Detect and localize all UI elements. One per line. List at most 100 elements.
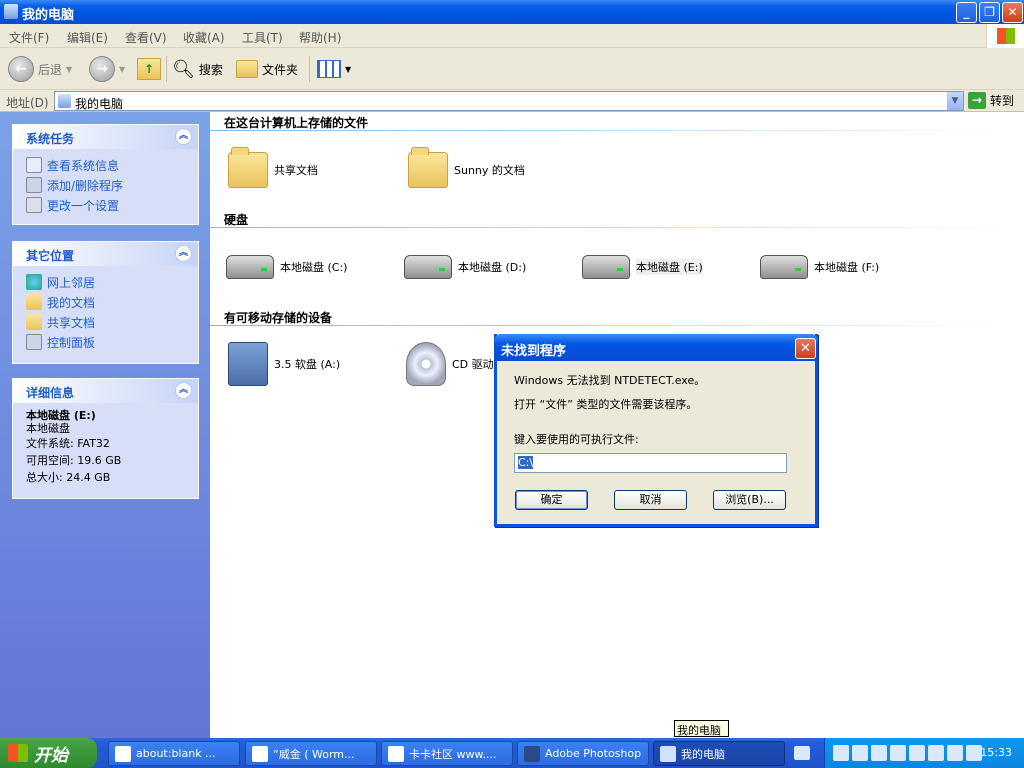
task-about-blank[interactable]: about:blank ... — [108, 741, 240, 766]
title-bar[interactable]: 我的电脑 _ ❐ ✕ — [0, 0, 1024, 24]
dialog-title-bar[interactable]: 未找到程序 ✕ — [494, 334, 818, 361]
executable-input[interactable]: C:\ — [514, 453, 787, 473]
computer-icon — [58, 94, 71, 108]
tray-icon-5[interactable] — [909, 745, 925, 761]
link-my-documents[interactable]: 我的文档 — [26, 292, 198, 312]
computer-icon — [660, 745, 676, 762]
menu-favorites[interactable]: 收藏(A) — [183, 29, 225, 46]
close-button[interactable]: ✕ — [1002, 2, 1023, 23]
shared-documents-item[interactable]: 共享文档 — [228, 147, 318, 188]
maximize-button[interactable]: ❐ — [979, 2, 1000, 23]
minimize-button[interactable]: _ — [956, 2, 977, 23]
link-shared-documents[interactable]: 共享文档 — [26, 312, 198, 332]
views-button[interactable]: ▼ — [317, 56, 351, 82]
system-tasks-title: 系统任务 — [26, 132, 75, 146]
task-photoshop[interactable]: Adobe Photoshop — [517, 741, 649, 766]
browse-button[interactable]: 浏览(B)... — [713, 490, 786, 510]
task-label: about:blank ... — [136, 747, 216, 760]
toolbar: ← 后退 ▼ → ▼ ↑ 🔍︎ 搜索 文件夹 ▼ — [0, 48, 1024, 90]
folders-button[interactable]: 文件夹 — [236, 56, 298, 82]
link-label: 我的文档 — [47, 295, 96, 310]
task-label: Adobe Photoshop — [545, 747, 642, 760]
details-header[interactable]: 详细信息 ︽ — [13, 379, 198, 403]
tray-icon-2[interactable] — [852, 745, 868, 761]
menu-view[interactable]: 查看(V) — [125, 29, 167, 46]
system-tasks-header[interactable]: 系统任务 ︽ — [13, 125, 198, 149]
drive-c-item[interactable]: 本地磁盘 (C:) — [226, 255, 347, 279]
hard-drive-icon — [226, 255, 274, 279]
back-button[interactable]: ← 后退 ▼ — [8, 56, 72, 82]
shared-hard-drive-icon — [760, 255, 808, 279]
photoshop-icon — [524, 745, 540, 762]
dialog-message-2: 打开 “文件” 类型的文件需要该程序。 — [514, 398, 698, 411]
toolbar-separator — [166, 56, 167, 82]
executable-input-value: C:\ — [518, 456, 534, 469]
address-dropdown-button[interactable]: ▼ — [946, 92, 963, 110]
shared-folder-icon — [228, 147, 268, 188]
menu-file[interactable]: 文件(F) — [9, 29, 49, 46]
drive-f-item[interactable]: 本地磁盘 (F:) — [760, 255, 879, 279]
cd-drive-item[interactable]: CD 驱动 — [406, 342, 494, 386]
keyboard-icon[interactable] — [794, 746, 810, 760]
go-button[interactable]: → 转到 — [968, 92, 1014, 109]
link-control-panel[interactable]: 控制面板 — [26, 332, 198, 352]
link-label: 查看系统信息 — [47, 158, 120, 173]
control-panel-icon — [26, 334, 42, 350]
clock[interactable]: 15:33 — [980, 746, 1012, 759]
task-kaka[interactable]: 卡卡社区 www.... — [381, 741, 513, 766]
back-dropdown-icon: ▼ — [66, 64, 73, 74]
up-folder-button[interactable]: ↑ — [137, 56, 161, 82]
control-panel-icon — [26, 197, 42, 213]
tray-icon-4[interactable] — [890, 745, 906, 761]
back-arrow-icon: ← — [8, 56, 34, 82]
start-button[interactable]: 开始 — [0, 738, 97, 768]
link-view-system-info[interactable]: 查看系统信息 — [26, 155, 198, 175]
drive-d-item[interactable]: 本地磁盘 (D:) — [404, 255, 526, 279]
details-panel: 详细信息 ︽ 本地磁盘 (E:) 本地磁盘 文件系统: FAT32 可用空间: 1… — [12, 378, 199, 499]
menu-edit[interactable]: 编辑(E) — [67, 29, 108, 46]
up-arrow-icon: ↑ — [137, 58, 161, 80]
folder-icon — [26, 314, 42, 330]
folders-label: 文件夹 — [262, 62, 299, 77]
link-change-setting[interactable]: 更改一个设置 — [26, 195, 198, 215]
collapse-chevron-icon[interactable]: ︽ — [175, 382, 192, 399]
task-pane: 系统任务 ︽ 查看系统信息 添加/删除程序 更改一个设置 其它位置 ︽ 网上邻居 我… — [0, 112, 210, 738]
network-icon — [26, 274, 42, 290]
address-input[interactable]: 我的电脑 ▼ — [54, 91, 964, 111]
back-label: 后退 — [38, 62, 63, 77]
details-name: 本地磁盘 (E:) — [26, 409, 96, 422]
item-label: Sunny 的文档 — [454, 164, 525, 177]
link-label: 共享文档 — [47, 315, 96, 330]
group-header-removable: 有可移动存储的设备 — [224, 311, 333, 325]
menu-help[interactable]: 帮助(H) — [299, 29, 341, 46]
dialog-close-button[interactable]: ✕ — [795, 338, 816, 359]
ok-button[interactable]: 确定 — [515, 490, 588, 510]
tray-icon-1[interactable] — [833, 745, 849, 761]
search-button[interactable]: 🔍︎ 搜索 — [172, 56, 223, 82]
task-label: “威金 ( Worm... — [273, 747, 355, 761]
link-network-places[interactable]: 网上邻居 — [26, 272, 198, 292]
sunny-documents-item[interactable]: Sunny 的文档 — [408, 147, 525, 188]
group-divider — [210, 325, 1024, 326]
cancel-button[interactable]: 取消 — [614, 490, 687, 510]
dialog-prompt: 键入要使用的可执行文件: — [514, 433, 639, 446]
collapse-chevron-icon[interactable]: ︽ — [175, 245, 192, 262]
task-my-computer[interactable]: 我的电脑 — [653, 741, 785, 766]
floppy-drive-item[interactable]: 3.5 软盘 (A:) — [228, 342, 340, 386]
forward-button[interactable]: → ▼ — [89, 56, 125, 82]
link-label: 添加/删除程序 — [47, 178, 124, 193]
system-tasks-panel: 系统任务 ︽ 查看系统信息 添加/删除程序 更改一个设置 — [12, 124, 199, 225]
other-places-title: 其它位置 — [26, 249, 75, 263]
tray-icon-3[interactable] — [871, 745, 887, 761]
collapse-chevron-icon[interactable]: ︽ — [175, 128, 192, 145]
tray-icon-7[interactable] — [947, 745, 963, 761]
menu-tools[interactable]: 工具(T) — [242, 29, 283, 46]
other-places-header[interactable]: 其它位置 ︽ — [13, 242, 198, 266]
task-label: 卡卡社区 www.... — [409, 747, 497, 761]
go-label: 转到 — [990, 94, 1015, 108]
folder-icon — [408, 147, 448, 188]
task-weijin[interactable]: “威金 ( Worm... — [245, 741, 377, 766]
link-add-remove-programs[interactable]: 添加/删除程序 — [26, 175, 198, 195]
drive-e-item[interactable]: 本地磁盘 (E:) — [582, 255, 703, 279]
tray-icon-6[interactable] — [928, 745, 944, 761]
